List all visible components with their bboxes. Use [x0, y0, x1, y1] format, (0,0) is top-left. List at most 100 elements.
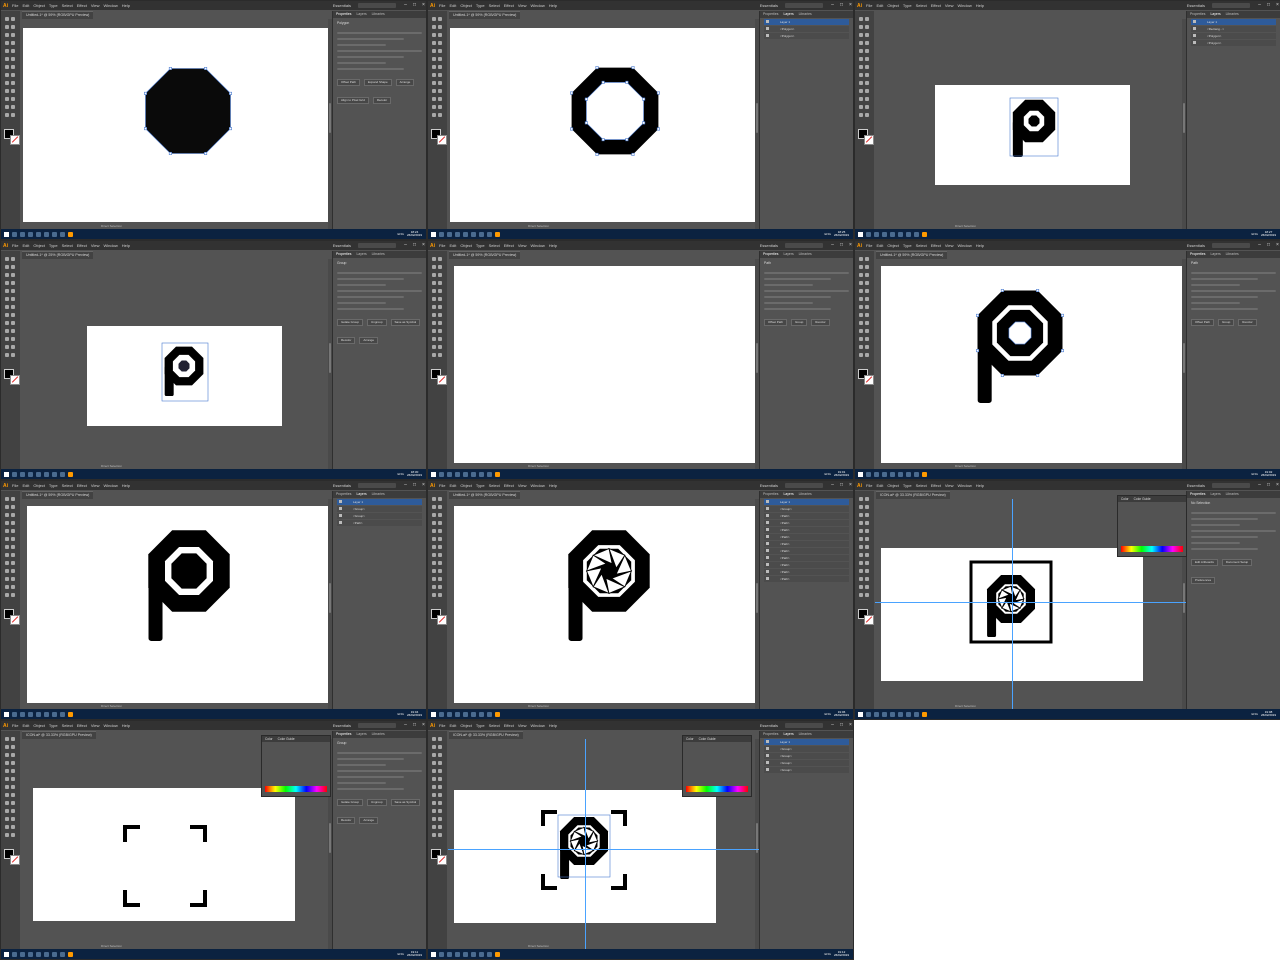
taskbar-app-icon[interactable]: [439, 231, 444, 237]
tool-icon[interactable]: [865, 97, 869, 101]
workspace-switcher[interactable]: Essentials: [760, 243, 778, 248]
menu-item-effect[interactable]: Effect: [931, 3, 941, 8]
tool-icon[interactable]: [11, 273, 15, 277]
search-field[interactable]: [358, 243, 396, 248]
panel-field[interactable]: [1191, 308, 1258, 310]
search-field[interactable]: [1212, 3, 1250, 8]
tool-icon[interactable]: [432, 81, 436, 85]
taskbar-app-icon[interactable]: [890, 231, 895, 237]
menu-item-type[interactable]: Type: [49, 483, 58, 488]
tool-icon[interactable]: [5, 289, 9, 293]
language-indicator[interactable]: ENG: [824, 712, 831, 716]
layer-row[interactable]: Layer 1: [764, 19, 849, 25]
close-icon[interactable]: ×: [848, 3, 853, 8]
menu-item-effect[interactable]: Effect: [504, 723, 514, 728]
tool-icon[interactable]: [432, 761, 436, 765]
menu-item-help[interactable]: Help: [549, 723, 557, 728]
quick-action-button[interactable]: Align to Pixel Grid: [337, 97, 369, 104]
menu-item-window[interactable]: Window: [530, 723, 544, 728]
panel-field[interactable]: [1191, 302, 1240, 304]
tool-icon[interactable]: [865, 265, 869, 269]
menu-item-file[interactable]: File: [12, 3, 18, 8]
taskbar-app-icon[interactable]: [28, 231, 33, 237]
illustrator-taskbar-icon[interactable]: [495, 231, 500, 237]
menu-item-file[interactable]: File: [439, 243, 445, 248]
menu-item-type[interactable]: Type: [476, 3, 485, 8]
menu-item-window[interactable]: Window: [530, 483, 544, 488]
tool-icon[interactable]: [432, 49, 436, 53]
tool-icon[interactable]: [438, 289, 442, 293]
tool-icon[interactable]: [432, 561, 436, 565]
minimize-icon[interactable]: –: [830, 723, 835, 728]
tab-layers[interactable]: Layers: [783, 491, 793, 498]
tool-icon[interactable]: [859, 553, 863, 557]
tool-icon[interactable]: [5, 793, 9, 797]
close-icon[interactable]: ×: [848, 723, 853, 728]
tool-icon[interactable]: [5, 265, 9, 269]
tab-color[interactable]: Color: [686, 736, 694, 742]
tool-icon[interactable]: [438, 273, 442, 277]
maximize-icon[interactable]: □: [412, 243, 417, 248]
guide-horizontal[interactable]: [875, 602, 1188, 603]
taskbar-app-icon[interactable]: [20, 231, 25, 237]
menu-item-effect[interactable]: Effect: [77, 723, 87, 728]
tab-color-guide[interactable]: Color Guide: [278, 736, 295, 742]
panel-field[interactable]: [764, 284, 813, 286]
menu-item-help[interactable]: Help: [976, 243, 984, 248]
tool-icon[interactable]: [432, 257, 436, 261]
tool-icon[interactable]: [865, 537, 869, 541]
tool-icon[interactable]: [865, 273, 869, 277]
tool-icon[interactable]: [438, 65, 442, 69]
taskbar-app-icon[interactable]: [12, 711, 17, 717]
tool-icon[interactable]: [11, 297, 15, 301]
quick-action-button[interactable]: Isolate Group: [337, 799, 364, 806]
tab-properties[interactable]: Properties: [336, 251, 351, 258]
layer-row[interactable]: Layer 1: [337, 499, 422, 505]
tool-icon[interactable]: [11, 761, 15, 765]
windows-start-icon[interactable]: [431, 231, 436, 237]
taskbar-app-icon[interactable]: [60, 951, 65, 957]
layer-row[interactable]: <Group>: [764, 760, 849, 766]
tool-icon[interactable]: [11, 737, 15, 741]
tool-icon[interactable]: [859, 25, 863, 29]
tool-icon[interactable]: [5, 105, 9, 109]
menu-item-edit[interactable]: Edit: [22, 483, 29, 488]
language-indicator[interactable]: ENG: [397, 952, 404, 956]
panel-field[interactable]: [764, 278, 831, 280]
tool-icon[interactable]: [5, 321, 9, 325]
taskbar-app-icon[interactable]: [36, 471, 41, 477]
layer-row[interactable]: <Path>: [764, 541, 849, 547]
tool-icon[interactable]: [438, 785, 442, 789]
tool-icon[interactable]: [859, 321, 863, 325]
taskbar-app-icon[interactable]: [874, 471, 879, 477]
tool-icon[interactable]: [859, 89, 863, 93]
taskbar-app-icon[interactable]: [914, 711, 919, 717]
menu-item-help[interactable]: Help: [976, 3, 984, 8]
taskbar-app-icon[interactable]: [36, 951, 41, 957]
tool-icon[interactable]: [11, 497, 15, 501]
tool-icon[interactable]: [438, 809, 442, 813]
windows-start-icon[interactable]: [431, 711, 436, 717]
maximize-icon[interactable]: □: [1266, 483, 1271, 488]
menu-item-edit[interactable]: Edit: [876, 483, 883, 488]
tool-icon[interactable]: [5, 73, 9, 77]
tool-icon[interactable]: [11, 353, 15, 357]
layer-row[interactable]: <Polygon>: [1191, 40, 1276, 46]
tool-icon[interactable]: [859, 545, 863, 549]
color-spectrum[interactable]: [686, 786, 748, 792]
tool-icon[interactable]: [432, 753, 436, 757]
tool-icon[interactable]: [11, 521, 15, 525]
tool-icon[interactable]: [438, 89, 442, 93]
taskbar-app-icon[interactable]: [463, 471, 468, 477]
canvas-area[interactable]: [448, 499, 759, 709]
menu-item-help[interactable]: Help: [549, 243, 557, 248]
document-tab[interactable]: Untitled-1* @ 59% (RGB/GPU Preview): [449, 491, 521, 499]
tool-icon[interactable]: [859, 345, 863, 349]
language-indicator[interactable]: ENG: [1251, 472, 1258, 476]
tab-layers[interactable]: Layers: [1210, 491, 1220, 498]
tool-icon[interactable]: [438, 745, 442, 749]
tool-icon[interactable]: [438, 25, 442, 29]
maximize-icon[interactable]: □: [839, 243, 844, 248]
tool-icon[interactable]: [11, 65, 15, 69]
tool-icon[interactable]: [865, 73, 869, 77]
